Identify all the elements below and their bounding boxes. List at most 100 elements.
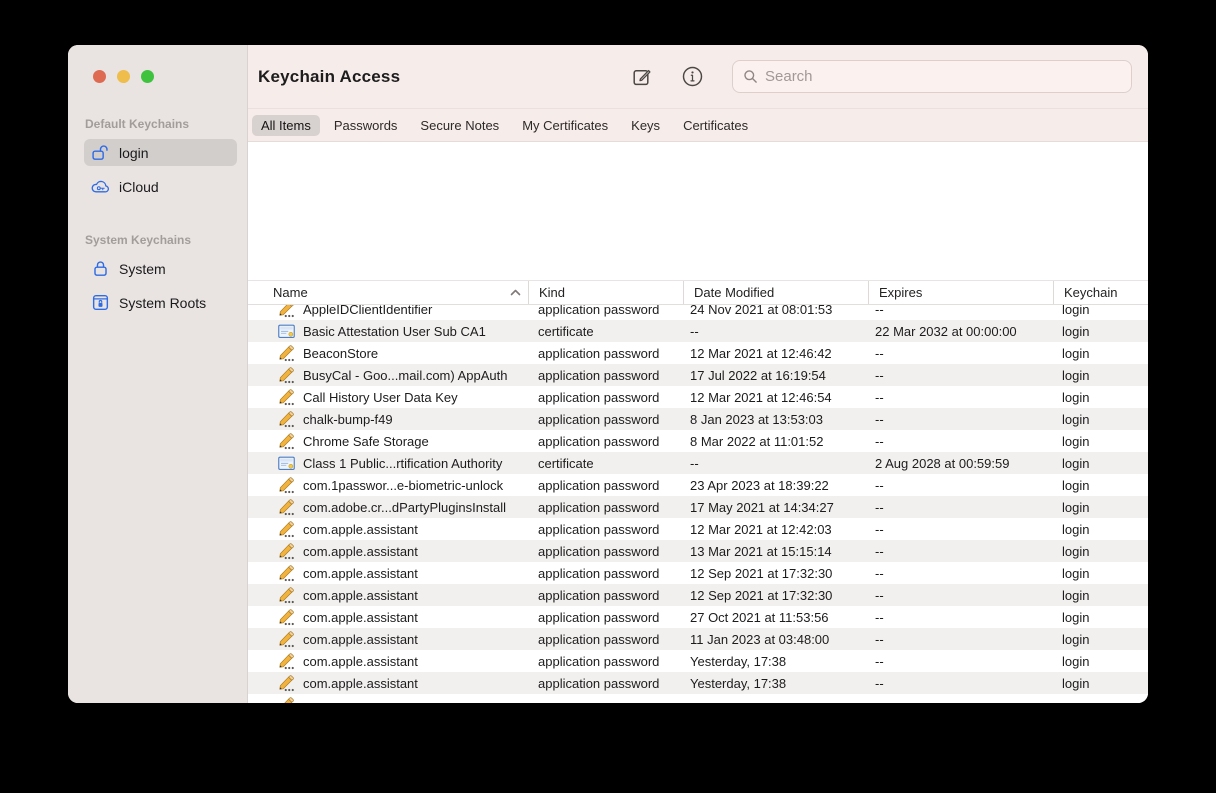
table-row[interactable]: com.apple.assistant application password…: [248, 540, 1148, 562]
section-header: Default Keychains: [68, 117, 247, 131]
table-row[interactable]: Class 1 Public...rtification Authority c…: [248, 452, 1148, 474]
tab[interactable]: Secure Notes: [411, 115, 508, 136]
certificate-icon: [278, 455, 295, 472]
item-keychain: login: [1053, 544, 1148, 559]
item-kind: application password: [528, 632, 683, 647]
table-row[interactable]: com.apple.assistant application password…: [248, 606, 1148, 628]
sidebar-item[interactable]: iCloud: [84, 173, 237, 200]
item-keychain: login: [1053, 676, 1148, 691]
search-field[interactable]: [732, 60, 1132, 93]
item-date-modified: 17 May 2021 at 14:34:27: [683, 500, 868, 515]
item-date-modified: 23 Apr 2023 at 18:39:22: [683, 478, 868, 493]
table-row[interactable]: com.apple.assistant application password…: [248, 672, 1148, 694]
item-date-modified: 12 Mar 2021 at 12:46:54: [683, 390, 868, 405]
item-name: com.1passwor...e-biometric-unlock: [303, 478, 503, 493]
item-kind: application password: [528, 544, 683, 559]
password-icon: [278, 411, 295, 428]
item-keychain: login: [1053, 588, 1148, 603]
info-button[interactable]: [680, 65, 704, 89]
item-kind: application password: [528, 610, 683, 625]
sidebar-item[interactable]: System: [84, 255, 237, 282]
item-date-modified: 8 Jan 2023 at 13:53:03: [683, 412, 868, 427]
table-row[interactable]: BeaconStore application password 12 Mar …: [248, 342, 1148, 364]
password-icon: [278, 305, 295, 318]
table-row[interactable]: com.apple.assistant application password…: [248, 650, 1148, 672]
table-header: Name Kind Date Modified Expires Keychain: [248, 280, 1148, 305]
table-row[interactable]: com.1passwor...e-biometric-unlock applic…: [248, 474, 1148, 496]
item-keychain: login: [1053, 632, 1148, 647]
table-row[interactable]: com.apple.assistant application password…: [248, 562, 1148, 584]
sidebar: Default Keychains login iCloud System Ke…: [68, 45, 248, 703]
item-kind: certificate: [528, 456, 683, 471]
password-icon: [278, 565, 295, 582]
table-row[interactable]: [248, 694, 1148, 703]
column-header-date-modified[interactable]: Date Modified: [683, 281, 868, 304]
item-name: Chrome Safe Storage: [303, 434, 429, 449]
item-expires: --: [868, 588, 1053, 603]
item-kind: application password: [528, 434, 683, 449]
table-row[interactable]: Chrome Safe Storage application password…: [248, 430, 1148, 452]
section-header: System Keychains: [68, 233, 247, 247]
main-pane: Keychain Access: [248, 45, 1148, 703]
tab[interactable]: Passwords: [325, 115, 407, 136]
info-icon: [681, 65, 704, 88]
item-list-pane: Name Kind Date Modified Expires Keychain: [248, 142, 1148, 703]
table-row[interactable]: AppleIDClientIdentifier application pass…: [248, 305, 1148, 320]
search-input[interactable]: [765, 68, 1121, 85]
tab[interactable]: All Items: [252, 115, 320, 136]
item-keychain: login: [1053, 368, 1148, 383]
item-date-modified: 24 Nov 2021 at 08:01:53: [683, 305, 868, 317]
search-icon: [743, 69, 758, 84]
item-keychain: login: [1053, 478, 1148, 493]
minimize-button[interactable]: [117, 70, 130, 83]
item-name: BusyCal - Goo...mail.com) AppAuth: [303, 368, 507, 383]
table-row[interactable]: com.apple.assistant application password…: [248, 518, 1148, 540]
close-button[interactable]: [93, 70, 106, 83]
item-expires: --: [868, 478, 1053, 493]
item-expires: 22 Mar 2032 at 00:00:00: [868, 324, 1053, 339]
table-row[interactable]: com.apple.assistant application password…: [248, 628, 1148, 650]
item-kind: application password: [528, 368, 683, 383]
item-kind: application password: [528, 588, 683, 603]
item-date-modified: --: [683, 324, 868, 339]
tab[interactable]: Keys: [622, 115, 669, 136]
sidebar-item[interactable]: login: [84, 139, 237, 166]
item-kind: certificate: [528, 324, 683, 339]
item-name: com.apple.assistant: [303, 676, 418, 691]
tab[interactable]: My Certificates: [513, 115, 617, 136]
item-date-modified: 13 Mar 2021 at 15:15:14: [683, 544, 868, 559]
sidebar-item[interactable]: System Roots: [84, 289, 237, 316]
password-icon: [278, 587, 295, 604]
item-expires: --: [868, 346, 1053, 361]
lock-icon: [90, 259, 110, 279]
password-icon: [278, 543, 295, 560]
item-date-modified: --: [683, 456, 868, 471]
item-expires: --: [868, 305, 1053, 317]
password-icon: [278, 609, 295, 626]
column-header-keychain[interactable]: Keychain: [1053, 281, 1148, 304]
password-icon: [278, 477, 295, 494]
column-header-name[interactable]: Name: [248, 281, 528, 304]
keychain-access-window: Default Keychains login iCloud System Ke…: [68, 45, 1148, 703]
item-date-modified: 17 Jul 2022 at 16:19:54: [683, 368, 868, 383]
compose-button[interactable]: [630, 65, 654, 89]
table-row[interactable]: com.apple.assistant application password…: [248, 584, 1148, 606]
item-expires: --: [868, 632, 1053, 647]
detail-pane-empty: [248, 142, 1148, 280]
table-row[interactable]: chalk-bump-f49 application password 8 Ja…: [248, 408, 1148, 430]
window-title: Keychain Access: [258, 67, 400, 87]
tab[interactable]: Certificates: [674, 115, 757, 136]
item-expires: --: [868, 412, 1053, 427]
table-row[interactable]: Call History User Data Key application p…: [248, 386, 1148, 408]
column-header-expires[interactable]: Expires: [868, 281, 1053, 304]
item-kind: application password: [528, 305, 683, 317]
item-expires: --: [868, 610, 1053, 625]
item-keychain: login: [1053, 412, 1148, 427]
zoom-button[interactable]: [141, 70, 154, 83]
column-header-kind[interactable]: Kind: [528, 281, 683, 304]
item-name: com.apple.assistant: [303, 632, 418, 647]
table-row[interactable]: com.adobe.cr...dPartyPluginsInstall appl…: [248, 496, 1148, 518]
password-icon: [278, 433, 295, 450]
table-row[interactable]: Basic Attestation User Sub CA1 certifica…: [248, 320, 1148, 342]
table-row[interactable]: BusyCal - Goo...mail.com) AppAuth applic…: [248, 364, 1148, 386]
